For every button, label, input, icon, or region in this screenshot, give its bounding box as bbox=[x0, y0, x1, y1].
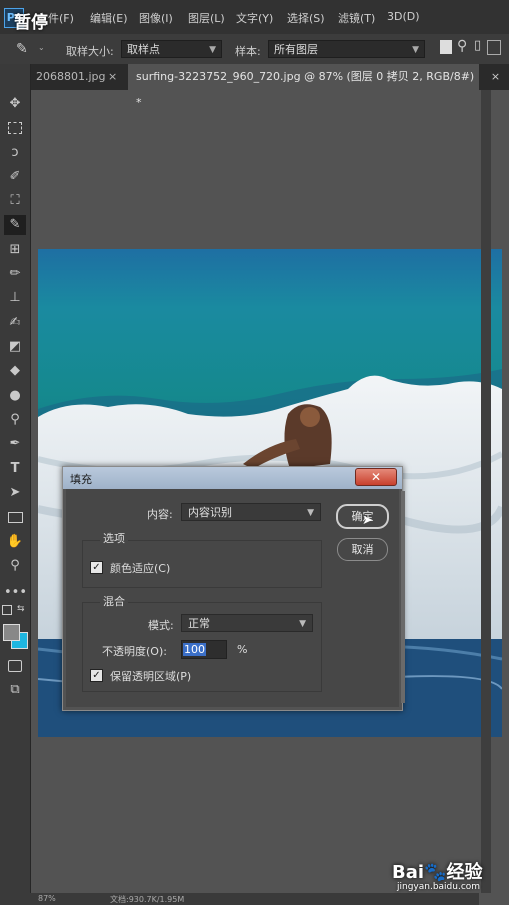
menu-3d[interactable]: 3D(D) bbox=[387, 10, 420, 23]
opacity-label: 不透明度(O): bbox=[102, 645, 167, 658]
quick-mask-icon[interactable] bbox=[4, 656, 26, 676]
mode-label: 模式: bbox=[148, 619, 174, 632]
sample-label: 样本: bbox=[235, 45, 261, 58]
vertical-scrollbar[interactable] bbox=[481, 90, 491, 893]
status-bar: 87% 文档:930.7K/1.95M bbox=[30, 893, 479, 905]
search-icon[interactable]: ⚲ bbox=[457, 38, 467, 54]
chevron-down-icon: ▼ bbox=[299, 619, 306, 629]
fill-dialog: 填充 ✕ 内容: 内容识别 ▼ 确定 ➤ 取消 选项 ✓ 颜色适应(C) 混合 … bbox=[62, 466, 405, 711]
path-selection-tool-icon[interactable]: ➤ bbox=[4, 483, 26, 503]
eraser-tool-icon[interactable]: ◩ bbox=[4, 337, 26, 357]
menu-layer[interactable]: 图层(L) bbox=[188, 10, 225, 26]
mode-select[interactable]: 正常 ▼ bbox=[181, 614, 313, 632]
close-icon[interactable]: ✕ bbox=[355, 468, 397, 486]
tab-label: surfing-3223752_960_720.jpg @ 87% (图层 0 … bbox=[136, 70, 475, 109]
type-tool-icon[interactable]: T bbox=[4, 459, 26, 479]
menu-edit[interactable]: 编辑(E) bbox=[90, 10, 128, 26]
arrange-icon[interactable] bbox=[487, 40, 501, 55]
menu-filter[interactable]: 滤镜(T) bbox=[338, 10, 375, 26]
more-tools-icon[interactable]: ••• bbox=[4, 583, 27, 603]
options-group-label: 选项 bbox=[100, 530, 128, 546]
opacity-unit: % bbox=[237, 643, 248, 656]
swap-colors-icon[interactable]: ⇆ bbox=[17, 604, 25, 614]
pause-overlay-label: 暂停 bbox=[14, 13, 48, 33]
close-icon[interactable]: × bbox=[108, 64, 117, 90]
tab-surfing[interactable]: surfing-3223752_960_720.jpg @ 87% (图层 0 … bbox=[128, 64, 479, 109]
mode-value: 正常 bbox=[188, 617, 210, 630]
opacity-value: 100 bbox=[183, 643, 206, 656]
close-icon[interactable]: × bbox=[482, 64, 509, 90]
dialog-titlebar[interactable]: 填充 ✕ bbox=[63, 467, 402, 489]
move-tool-icon[interactable]: ✥ bbox=[4, 94, 26, 114]
crop-tool-icon[interactable]: ⛶ bbox=[4, 191, 26, 211]
sample-size-value: 取样点 bbox=[127, 43, 160, 56]
dodge-tool-icon[interactable]: ⚲ bbox=[4, 410, 26, 430]
hand-tool-icon[interactable]: ✋ bbox=[4, 532, 26, 552]
blend-group-label: 混合 bbox=[100, 593, 128, 609]
dialog-body: 内容: 内容识别 ▼ 确定 ➤ 取消 选项 ✓ 颜色适应(C) 混合 模式: 正… bbox=[66, 489, 399, 707]
sample-size-label: 取样大小: bbox=[66, 45, 114, 58]
clone-stamp-tool-icon[interactable]: ⊥ bbox=[4, 288, 26, 308]
dialog-title: 填充 bbox=[70, 473, 92, 486]
zoom-tool-icon[interactable]: ⚲ bbox=[4, 556, 26, 576]
healing-brush-tool-icon[interactable]: ⊞ bbox=[4, 240, 26, 260]
preset-dropdown-chevron-icon[interactable]: ⌄ bbox=[38, 43, 45, 52]
sample-select[interactable]: 所有图层 ▼ bbox=[268, 40, 425, 58]
zoom-readout[interactable]: 87% bbox=[38, 894, 56, 903]
menu-image[interactable]: 图像(I) bbox=[139, 10, 173, 26]
content-select[interactable]: 内容识别 ▼ bbox=[181, 503, 321, 521]
marquee-tool-icon[interactable] bbox=[4, 118, 26, 138]
content-value: 内容识别 bbox=[188, 506, 232, 519]
tab-label: 2068801.jpg bbox=[36, 70, 106, 83]
paint-bucket-tool-icon[interactable]: ◆ bbox=[4, 361, 26, 381]
lasso-tool-icon[interactable]: ↄ bbox=[4, 143, 26, 163]
chevron-down-icon: ▼ bbox=[307, 508, 314, 518]
dialog-edge bbox=[401, 491, 405, 703]
mouse-cursor-icon: ➤ bbox=[362, 513, 373, 528]
menu-bar: Ps 文件(F) 编辑(E) 图像(I) 图层(L) 文字(Y) 选择(S) 滤… bbox=[0, 0, 509, 34]
color-adaptation-checkbox[interactable]: ✓ bbox=[90, 561, 103, 574]
content-label: 内容: bbox=[147, 508, 173, 521]
quick-select-tool-icon[interactable]: ✐ bbox=[4, 167, 26, 187]
opacity-input[interactable]: 100 bbox=[181, 640, 227, 659]
default-colors-icon[interactable] bbox=[2, 605, 12, 615]
blur-tool-icon[interactable]: ● bbox=[4, 386, 26, 406]
watermark-url: jingyan.baidu.com bbox=[397, 882, 481, 892]
foreground-color-swatch[interactable] bbox=[3, 624, 20, 641]
history-brush-tool-icon[interactable]: ✍ bbox=[4, 313, 26, 333]
show-sampling-ring-icon[interactable] bbox=[440, 40, 452, 54]
sample-value: 所有图层 bbox=[274, 43, 318, 56]
preserve-transparency-label: 保留透明区域(P) bbox=[110, 670, 192, 683]
menu-select[interactable]: 选择(S) bbox=[287, 10, 325, 26]
screen-mode-icon[interactable]: ⧉ bbox=[4, 680, 26, 700]
chevron-down-icon: ▼ bbox=[209, 45, 216, 55]
color-adaptation-label: 颜色适应(C) bbox=[110, 562, 171, 575]
eyedropper-tool-preset-icon[interactable]: ✎ bbox=[16, 40, 34, 58]
workspace-icon[interactable]: ▯ bbox=[474, 38, 481, 53]
menu-type[interactable]: 文字(Y) bbox=[236, 10, 273, 26]
rectangle-tool-icon[interactable] bbox=[4, 507, 26, 527]
cancel-button[interactable]: 取消 bbox=[337, 538, 388, 561]
pen-tool-icon[interactable]: ✒ bbox=[4, 434, 26, 454]
sample-size-select[interactable]: 取样点 ▼ bbox=[121, 40, 222, 58]
brush-tool-icon[interactable]: ✏ bbox=[4, 264, 26, 284]
preserve-transparency-checkbox[interactable]: ✓ bbox=[90, 669, 103, 682]
baidu-jingyan-logo: Bai🐾经验 bbox=[392, 862, 483, 883]
chevron-down-icon: ▼ bbox=[412, 45, 419, 55]
document-size: 文档:930.7K/1.95M bbox=[110, 895, 185, 904]
tab-2068801[interactable]: 2068801.jpg × bbox=[36, 64, 128, 90]
eyedropper-tool-icon[interactable]: ✎ bbox=[4, 215, 26, 235]
